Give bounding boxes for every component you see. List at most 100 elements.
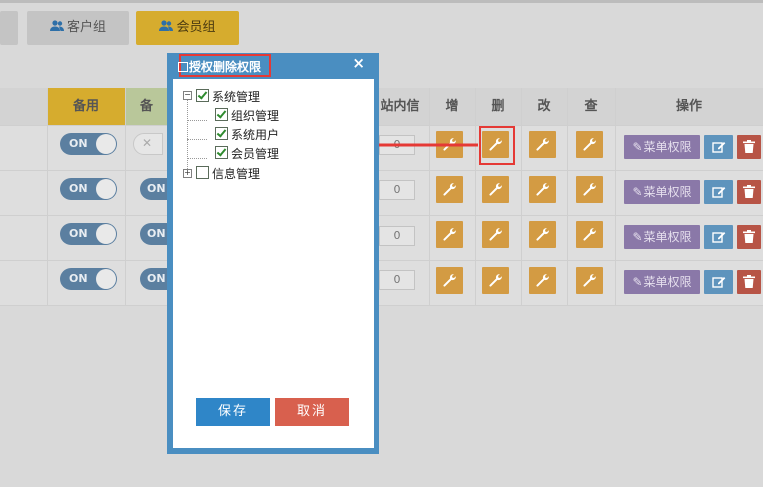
menu-permission-label: 菜单权限 <box>643 275 692 289</box>
backup2-toggle[interactable]: ON <box>140 268 170 290</box>
msg-input[interactable]: 0 <box>379 270 415 290</box>
msg-input[interactable]: 0 <box>379 180 415 200</box>
delete-permission-button[interactable] <box>482 267 509 294</box>
backup2-toggle[interactable]: ON <box>140 223 170 245</box>
backup1-toggle[interactable]: ON <box>60 268 117 290</box>
tree-child-label: 系统用户 <box>231 128 280 142</box>
edit-button[interactable] <box>704 270 733 294</box>
menu-permission-label: 菜单权限 <box>643 230 692 244</box>
edit-permission-button[interactable] <box>529 267 556 294</box>
info-mgmt-checkbox[interactable] <box>196 166 209 179</box>
dialog-body: − 系统管理 组织管理 系统用户 会员管理 + 信息管理 保存 取消 <box>173 79 374 448</box>
tree-child-label: 会员管理 <box>231 147 280 161</box>
tree-other-label: 信息管理 <box>212 167 261 181</box>
add-permission-button[interactable] <box>436 176 463 203</box>
backup1-toggle[interactable]: ON <box>60 223 117 245</box>
trash-icon <box>743 230 755 243</box>
customer-group-button[interactable]: 客户组 <box>27 11 129 45</box>
wrench-icon <box>443 228 456 241</box>
delete-cell-highlight <box>479 126 515 165</box>
wrench-icon <box>583 228 596 241</box>
member-mgmt-checkbox[interactable] <box>215 146 228 159</box>
cancel-button[interactable]: 取消 <box>275 398 349 426</box>
system-user-checkbox[interactable] <box>215 127 228 140</box>
wrench-icon <box>489 274 502 287</box>
view-permission-button[interactable] <box>576 221 603 248</box>
edit-icon <box>712 277 726 288</box>
tree-root-label: 系统管理 <box>212 90 261 104</box>
add-permission-button[interactable] <box>436 221 463 248</box>
backup1-toggle[interactable]: ON <box>60 133 117 155</box>
dialog-icon <box>178 62 188 72</box>
wrench-icon <box>536 138 549 151</box>
wrench-icon <box>489 228 502 241</box>
backup1-toggle[interactable]: ON <box>60 178 117 200</box>
header-msg: 站内信 <box>380 99 420 114</box>
dialog-title: 授权删除权限 <box>189 60 262 74</box>
member-group-label: 会员组 <box>176 20 216 35</box>
menu-permission-label: 菜单权限 <box>643 185 692 199</box>
msg-input[interactable]: 0 <box>379 226 415 246</box>
backup2-toggle[interactable]: ON <box>140 178 170 200</box>
header-edit: 改 <box>537 99 551 114</box>
wrench-icon <box>443 183 456 196</box>
collapse-icon[interactable]: − <box>183 91 192 100</box>
close-icon[interactable]: × <box>352 54 365 72</box>
trash-icon <box>743 275 755 288</box>
header-ops: 操作 <box>675 99 702 114</box>
wrench-icon <box>536 183 549 196</box>
wrench-icon <box>536 274 549 287</box>
trash-icon <box>743 185 755 198</box>
pencil-icon: ✎ <box>632 140 643 154</box>
authorize-delete-dialog: 授权删除权限 × − 系统管理 组织管理 系统用户 会员管理 + 信息管理 保存… <box>167 53 379 454</box>
top-toolbar: 客户组 会员组 <box>0 0 763 58</box>
header-add: 增 <box>445 99 459 114</box>
wrench-icon <box>443 274 456 287</box>
menu-permission-button[interactable]: ✎菜单权限 <box>624 135 700 159</box>
delete-button[interactable] <box>737 225 761 249</box>
edit-button[interactable] <box>704 180 733 204</box>
wrench-icon <box>583 138 596 151</box>
view-permission-button[interactable] <box>576 131 603 158</box>
header-backup1: 备用 <box>72 99 99 114</box>
add-permission-button[interactable] <box>436 267 463 294</box>
edit-button[interactable] <box>704 135 733 159</box>
users-icon <box>49 20 64 31</box>
edit-permission-button[interactable] <box>529 221 556 248</box>
delete-button[interactable] <box>737 270 761 294</box>
delete-button[interactable] <box>737 135 761 159</box>
header-delete: 删 <box>491 99 505 114</box>
edit-icon <box>712 232 726 243</box>
org-mgmt-checkbox[interactable] <box>215 108 228 121</box>
header-backup2: 备 <box>140 99 154 114</box>
view-permission-button[interactable] <box>576 267 603 294</box>
menu-permission-button[interactable]: ✎菜单权限 <box>624 270 700 294</box>
backup2-toggle-off[interactable]: ✕ <box>133 133 163 155</box>
wrench-icon <box>583 274 596 287</box>
group-btn-partial[interactable] <box>0 11 18 45</box>
save-button[interactable]: 保存 <box>196 398 270 426</box>
pencil-icon: ✎ <box>632 230 643 244</box>
menu-permission-button[interactable]: ✎菜单权限 <box>624 225 700 249</box>
menu-permission-button[interactable]: ✎菜单权限 <box>624 180 700 204</box>
tree-child-label: 组织管理 <box>231 109 280 123</box>
wrench-icon <box>583 183 596 196</box>
edit-button[interactable] <box>704 225 733 249</box>
system-mgmt-checkbox[interactable] <box>196 89 209 102</box>
delete-permission-button[interactable] <box>482 176 509 203</box>
x-icon: ✕ <box>142 136 153 150</box>
edit-permission-button[interactable] <box>529 176 556 203</box>
edit-icon <box>712 187 726 198</box>
delete-button[interactable] <box>737 180 761 204</box>
delete-permission-button[interactable] <box>482 221 509 248</box>
pencil-icon: ✎ <box>632 275 643 289</box>
expand-icon[interactable]: + <box>183 169 192 178</box>
edit-permission-button[interactable] <box>529 131 556 158</box>
users-icon <box>159 20 174 31</box>
view-permission-button[interactable] <box>576 176 603 203</box>
member-group-button[interactable]: 会员组 <box>136 11 239 45</box>
edit-icon <box>712 142 726 153</box>
wrench-icon <box>489 183 502 196</box>
header-view: 查 <box>584 99 598 114</box>
top-divider <box>0 0 763 3</box>
